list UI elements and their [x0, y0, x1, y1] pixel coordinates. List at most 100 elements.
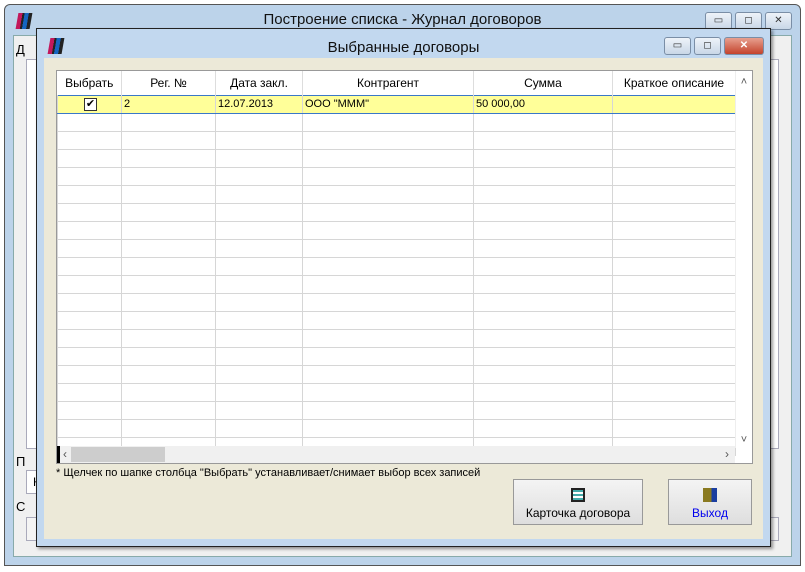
empty-cell [57, 130, 122, 150]
column-header-description[interactable]: Краткое описание [612, 71, 736, 95]
column-header-date[interactable]: Дата закл. [215, 71, 303, 95]
bg-label: С [16, 499, 26, 514]
scroll-right-icon[interactable]: › [725, 447, 729, 461]
empty-cell [57, 274, 122, 294]
empty-row [57, 130, 736, 150]
empty-cell [612, 400, 736, 420]
empty-row [57, 382, 736, 402]
table-row[interactable]: ✔ 2 12.07.2013 ООО "МММ" 50 000,00 [57, 94, 736, 114]
empty-cell [57, 418, 122, 438]
empty-cell [612, 346, 736, 366]
empty-cell [302, 202, 474, 222]
column-header-reg-no[interactable]: Рег. № [121, 71, 216, 95]
contracts-grid: Выбрать Рег. № Дата закл. Контрагент Сум… [56, 70, 753, 464]
empty-cell [612, 310, 736, 330]
empty-cell [121, 202, 216, 222]
empty-cell [302, 346, 474, 366]
empty-cell [612, 328, 736, 348]
empty-row [57, 256, 736, 276]
contract-card-button[interactable]: Карточка договора [513, 479, 643, 525]
empty-cell [121, 148, 216, 168]
empty-cell [215, 166, 303, 186]
contract-card-label: Карточка договора [525, 506, 631, 520]
empty-cell [612, 418, 736, 438]
empty-cell [302, 220, 474, 240]
empty-cell [302, 166, 474, 186]
scroll-down-icon[interactable]: ˅ [736, 434, 752, 446]
empty-cell [473, 148, 613, 168]
empty-cell [473, 310, 613, 330]
empty-cell [57, 220, 122, 240]
empty-cell [302, 238, 474, 258]
scroll-up-icon[interactable]: ˄ [736, 76, 752, 88]
exit-button[interactable]: Выход [668, 479, 752, 525]
close-button[interactable]: ✕ [724, 37, 764, 55]
horizontal-scroll-thumb[interactable] [71, 447, 165, 462]
empty-cell [612, 256, 736, 276]
select-cell[interactable]: ✔ [57, 94, 122, 114]
empty-row [57, 112, 736, 132]
empty-cell [215, 310, 303, 330]
empty-cell [57, 346, 122, 366]
grid-cursor-marker [57, 446, 60, 463]
empty-cell [302, 256, 474, 276]
empty-cell [612, 166, 736, 186]
empty-row [57, 274, 736, 294]
empty-row [57, 292, 736, 312]
empty-cell [612, 220, 736, 240]
sum-cell: 50 000,00 [473, 94, 613, 114]
bg-label: Д [16, 42, 25, 57]
empty-row [57, 166, 736, 186]
empty-cell [302, 148, 474, 168]
select-checkbox[interactable]: ✔ [84, 97, 97, 111]
empty-cell [215, 274, 303, 294]
empty-cell [121, 346, 216, 366]
empty-cell [215, 418, 303, 438]
empty-cell [612, 382, 736, 402]
counterparty-cell: ООО "МММ" [302, 94, 474, 114]
empty-cell [57, 202, 122, 222]
empty-cell [121, 112, 216, 132]
card-icon [571, 488, 585, 502]
minimize-button[interactable]: ▭ [664, 37, 691, 55]
empty-cell [121, 292, 216, 312]
empty-row [57, 238, 736, 258]
empty-cell [57, 310, 122, 330]
vertical-scrollbar[interactable]: ˄ ˅ [735, 71, 752, 448]
selected-contracts-dialog: Выбранные договоры ▭ ◻ ✕ Выбрать Рег. № … [36, 28, 771, 547]
empty-cell [473, 202, 613, 222]
dialog-title: Выбранные договоры [327, 39, 480, 56]
empty-cell [473, 418, 613, 438]
empty-row [57, 400, 736, 420]
empty-cell [57, 148, 122, 168]
column-header-counterparty[interactable]: Контрагент [302, 71, 474, 95]
date-cell: 12.07.2013 [215, 94, 303, 114]
empty-cell [215, 256, 303, 276]
empty-cell [473, 130, 613, 150]
empty-cell [121, 364, 216, 384]
empty-cell [215, 148, 303, 168]
horizontal-scrollbar[interactable]: ‹ › [57, 446, 735, 463]
empty-cell [215, 130, 303, 150]
empty-cell [121, 328, 216, 348]
empty-cell [302, 274, 474, 294]
empty-cell [612, 148, 736, 168]
empty-row [57, 418, 736, 438]
empty-cell [302, 418, 474, 438]
scroll-left-icon[interactable]: ‹ [63, 447, 67, 461]
empty-cell [473, 328, 613, 348]
empty-cell [57, 256, 122, 276]
empty-cell [473, 166, 613, 186]
maximize-button[interactable]: ◻ [694, 37, 721, 55]
description-cell [612, 94, 736, 114]
empty-cell [215, 112, 303, 132]
empty-cell [473, 364, 613, 384]
column-header-sum[interactable]: Сумма [473, 71, 613, 95]
empty-cell [57, 112, 122, 132]
empty-cell [121, 310, 216, 330]
empty-cell [57, 238, 122, 258]
empty-row [57, 202, 736, 222]
main-window-title: Построение списка - Журнал договоров [263, 11, 542, 28]
empty-cell [121, 418, 216, 438]
column-header-select[interactable]: Выбрать [57, 71, 122, 95]
